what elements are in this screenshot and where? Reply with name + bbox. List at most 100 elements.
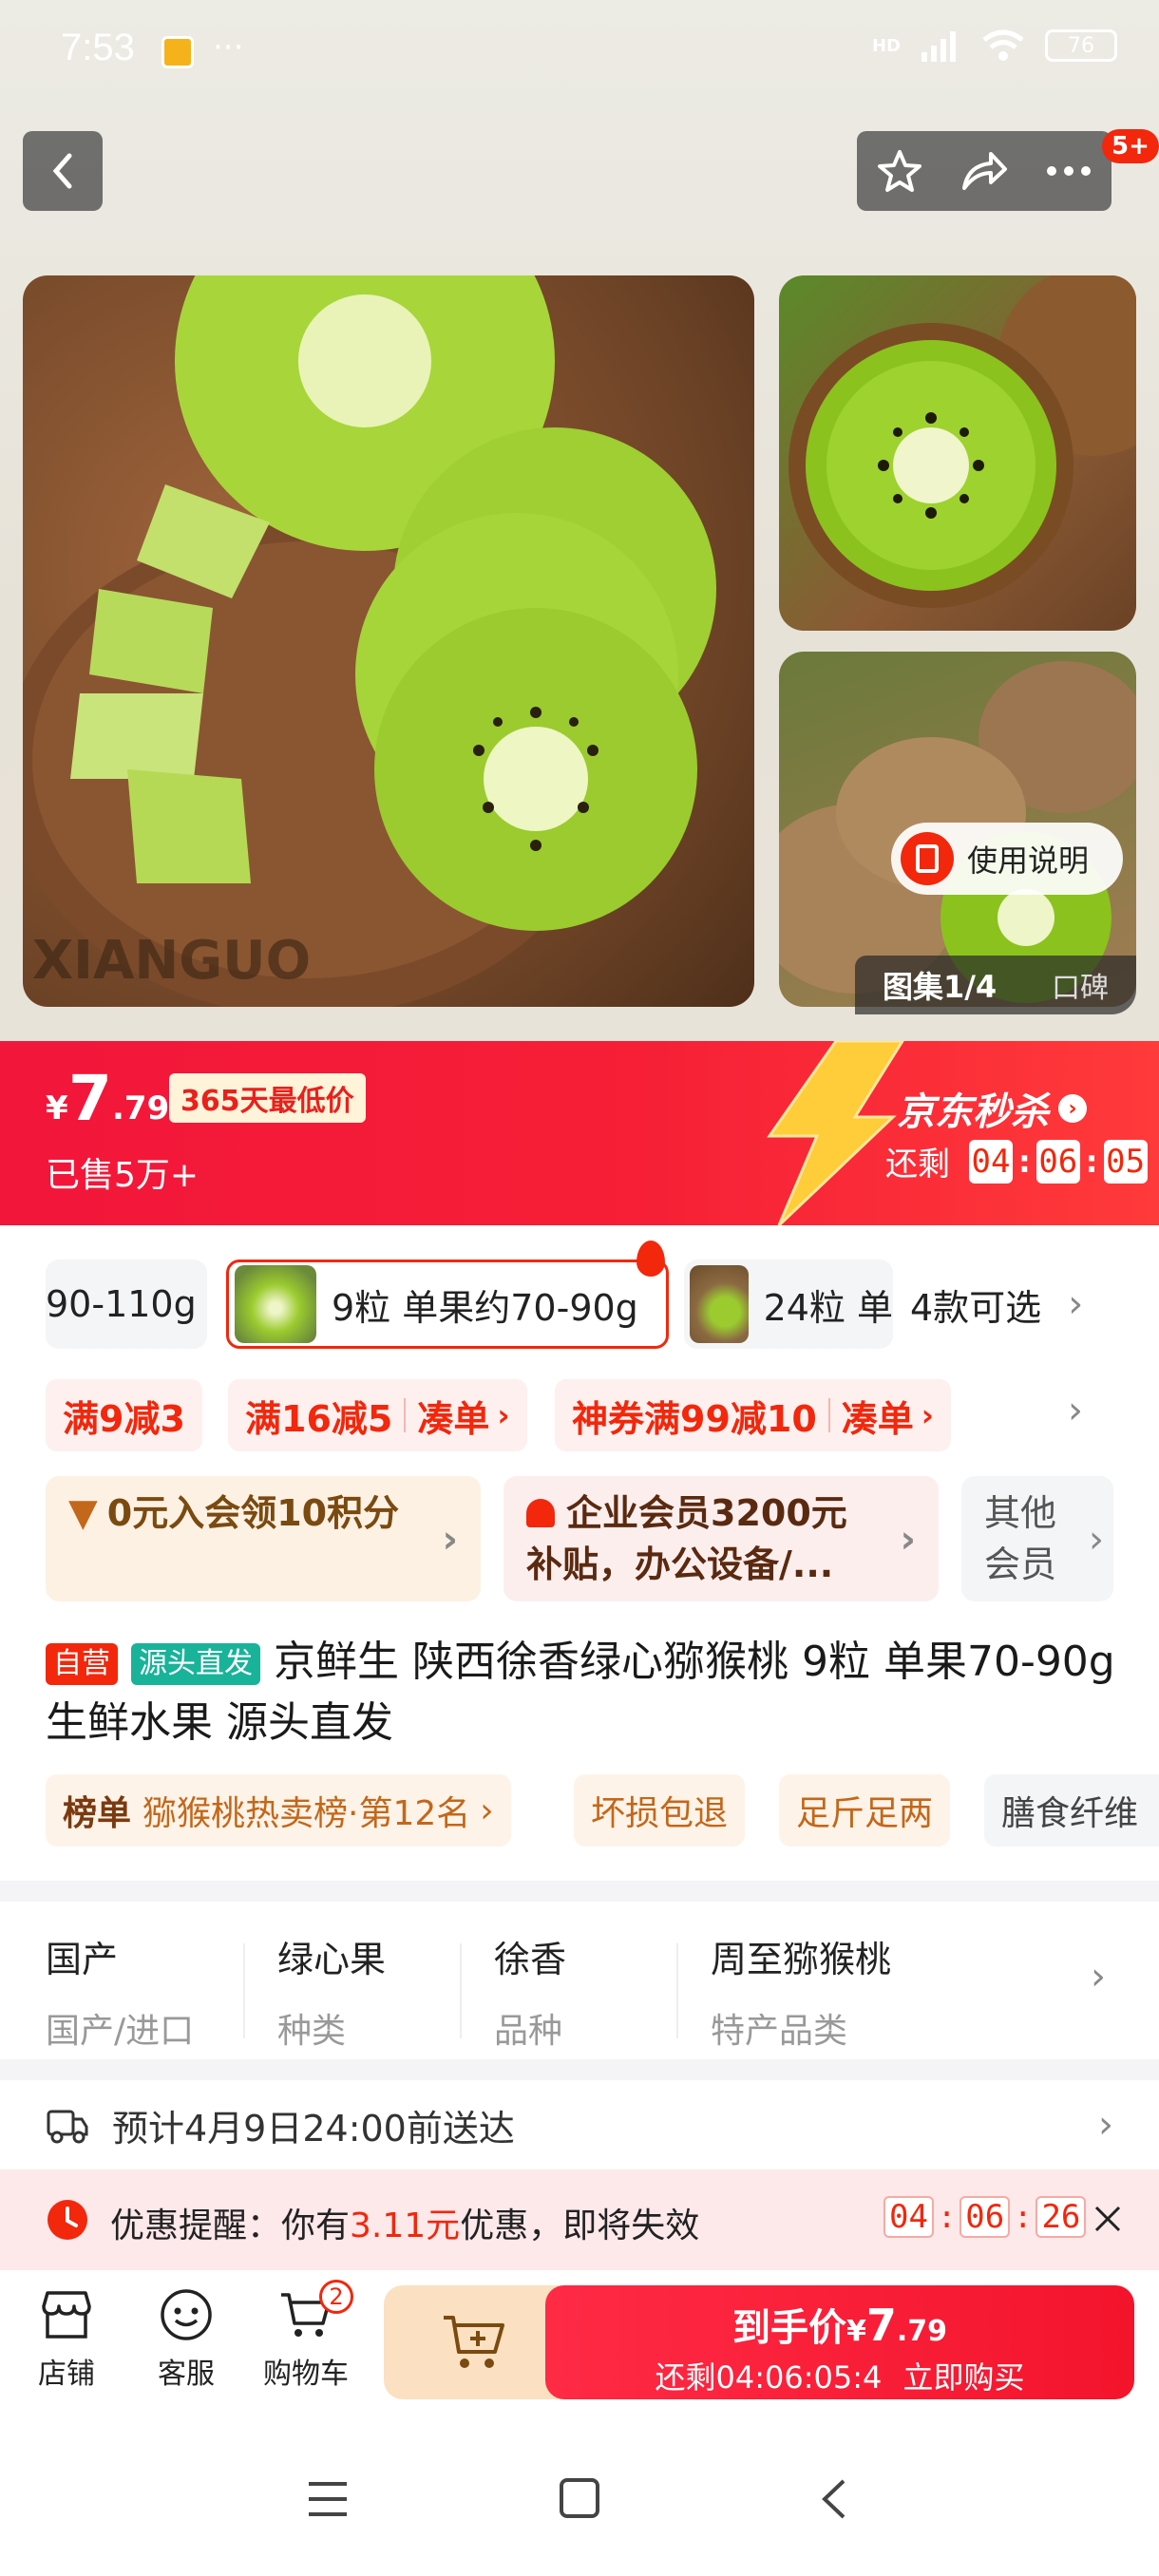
variant-count-label: 4款可选 — [910, 1286, 1042, 1329]
chip-damage-refund[interactable]: 坏损包退 — [574, 1774, 746, 1847]
chip-4-label: 膳食纤维 — [1001, 1794, 1139, 1833]
chip-3-label: 足斤足两 — [796, 1794, 934, 1833]
home-icon[interactable] — [559, 2477, 600, 2519]
variant-label-1: 90-110g — [46, 1283, 197, 1325]
attributes-row[interactable]: 国产 国产/进口 绿心果 种类 徐香 品种 周至猕猴桃 特产品类 › — [0, 1902, 1159, 2055]
product-title: 自营 源头直发 京鲜生 陕西徐香绿心猕猴桃 9粒 单果70-90g 生鲜水果 源… — [46, 1632, 1119, 1753]
signal-icon — [922, 31, 956, 62]
seckill-title[interactable]: 京东秒杀 › — [897, 1081, 1087, 1136]
reminder-prefix: 优惠提醒：你有 — [110, 2207, 351, 2245]
chip-dietary-fiber[interactable]: 膳食纤维 — [984, 1774, 1159, 1847]
buy-countdown: 还剩04:06:05:4 — [655, 2359, 883, 2396]
thumbnail-image-1[interactable] — [779, 275, 1136, 631]
add-to-cart-button[interactable] — [384, 2285, 564, 2399]
price-currency: ¥ — [46, 1089, 68, 1127]
favorite-button[interactable] — [866, 138, 933, 204]
menu-icon[interactable] — [306, 2479, 350, 2519]
attribute-2: 绿心果 种类 — [277, 1930, 386, 2053]
buy-countdown-line: 还剩04:06:05:4 立即购买 — [545, 2354, 1134, 2397]
reminder-suffix: 优惠，即将失效 — [460, 2207, 700, 2245]
network-label: HD — [871, 35, 901, 56]
attribute-divider — [460, 1943, 462, 2038]
wifi-icon — [982, 29, 1024, 61]
store-button[interactable]: 店铺 — [30, 2287, 103, 2392]
chip-2-label: 坏损包退 — [591, 1794, 729, 1833]
attribute-1-value: 国产 — [46, 1939, 119, 1980]
membership-3-text: 其他会员 — [984, 1492, 1057, 1585]
ranking-chip[interactable]: 榜单 猕猴桃热卖榜·第12名 › — [46, 1774, 511, 1847]
variant-option-1[interactable]: 90-110g — [46, 1260, 207, 1349]
chevron-right-icon: › — [480, 1790, 494, 1830]
direct-source-tag: 源头直发 — [131, 1643, 260, 1685]
variant-thumb-3 — [690, 1265, 749, 1343]
gallery-footer: 图集1/4 口碑 — [855, 956, 1136, 1014]
v-badge-icon: ▼ — [68, 1491, 98, 1535]
cart-button[interactable]: 购物车 2 — [258, 2280, 353, 2392]
promotions-more-chevron[interactable]: › — [1068, 1389, 1083, 1432]
attribute-4-key: 特产品类 — [711, 2012, 848, 2051]
countdown-minutes: 06 — [1036, 1139, 1080, 1184]
battery-level: 76 — [1068, 33, 1094, 58]
chevron-right-circle-icon: › — [1058, 1094, 1087, 1123]
attribute-divider — [676, 1943, 678, 2038]
share-button[interactable] — [951, 138, 1017, 204]
main-product-image[interactable]: XIANGUO — [23, 275, 754, 1007]
reminder-text: 优惠提醒：你有3.11元优惠，即将失效 — [110, 2198, 699, 2247]
promo-3[interactable]: 神券满99减10 凑单 › — [555, 1379, 951, 1451]
promo-3-action: 凑单 — [841, 1397, 914, 1440]
more-icon — [1047, 166, 1092, 176]
promo-1[interactable]: 满9减3 — [46, 1379, 202, 1451]
remaining-label: 还剩 — [885, 1146, 950, 1184]
bottom-bar: 店铺 客服 购物车 2 到手价¥7.79 还剩04:06:05:4 立即购买 — [0, 2270, 1159, 2422]
manual-icon — [901, 832, 954, 885]
discount-reminder[interactable]: 优惠提醒：你有3.11元优惠，即将失效 04 : 06 : 26 — [0, 2169, 1159, 2270]
membership-card-1[interactable]: ▼ 0元入会领10积分 › — [46, 1476, 481, 1601]
delivery-row[interactable]: 预计4月9日24:00前送达 › — [0, 2080, 1159, 2169]
hot-badge-icon — [636, 1241, 665, 1277]
gallery-reviews[interactable]: 口碑 — [1052, 964, 1109, 1006]
close-icon[interactable] — [1092, 2204, 1123, 2234]
chip-full-weight[interactable]: 足斤足两 — [779, 1774, 951, 1847]
back-button[interactable] — [23, 131, 103, 211]
more-button[interactable] — [1036, 138, 1102, 204]
section-divider-2 — [0, 2059, 1159, 2080]
buy-price-line: 到手价¥7.79 — [545, 2297, 1134, 2352]
promo-divider — [827, 1398, 830, 1432]
variant-count[interactable]: 4款可选 › — [910, 1260, 1084, 1349]
attribute-3-key: 品种 — [494, 2012, 563, 2051]
self-operated-tag: 自营 — [46, 1643, 118, 1685]
reminder-minutes: 06 — [960, 2196, 1011, 2238]
back-nav-icon[interactable] — [819, 2477, 847, 2521]
attribute-3-value: 徐香 — [494, 1939, 567, 1980]
status-bar: 7:53 ··· HD 76 — [0, 0, 1159, 106]
delivery-text: 预计4月9日24:00前送达 — [112, 2107, 515, 2150]
buy-currency: ¥ — [846, 2315, 866, 2348]
price-decimal: .79 — [112, 1089, 170, 1127]
membership-card-3[interactable]: 其他会员 › — [961, 1476, 1113, 1601]
store-icon — [42, 2291, 91, 2339]
attribute-2-value: 绿心果 — [277, 1939, 387, 1980]
chevron-right-icon: › — [497, 1397, 510, 1433]
user-icon — [526, 1499, 555, 1527]
attribute-4-value: 周至猕猴桃 — [711, 1939, 892, 1980]
store-label: 店铺 — [38, 2358, 95, 2391]
service-button[interactable]: 客服 — [150, 2287, 222, 2392]
manual-button[interactable]: 使用说明 — [891, 823, 1123, 895]
membership-card-2[interactable]: 企业会员3200元补贴，办公设备/... › — [504, 1476, 939, 1601]
status-right: HD 76 — [872, 28, 1117, 63]
buy-now-button[interactable]: 到手价¥7.79 还剩04:06:05:4 立即购买 — [545, 2285, 1134, 2399]
manual-label: 使用说明 — [967, 843, 1090, 879]
promo-2-label: 满16减5 — [245, 1397, 393, 1440]
gallery-counter[interactable]: 图集1/4 — [883, 963, 997, 1007]
variant-option-3[interactable]: 24粒 单 — [684, 1260, 893, 1349]
buy-price-decimal: .79 — [896, 2315, 948, 2348]
reminder-amount: 3.11元 — [350, 2207, 461, 2245]
chevron-right-icon: › — [921, 1397, 934, 1433]
membership-2-text: 企业会员3200元补贴，办公设备/... — [526, 1492, 847, 1585]
variant-label-2: 9粒 单果约70-90g — [332, 1286, 638, 1329]
variant-option-2[interactable]: 9粒 单果约70-90g — [226, 1260, 669, 1349]
system-navigation-bar — [0, 2422, 1159, 2576]
promo-2[interactable]: 满16减5 凑单 › — [228, 1379, 527, 1451]
membership-1-text: 0元入会领10积分 — [106, 1492, 400, 1534]
attribute-1-key: 国产/进口 — [46, 2012, 195, 2051]
